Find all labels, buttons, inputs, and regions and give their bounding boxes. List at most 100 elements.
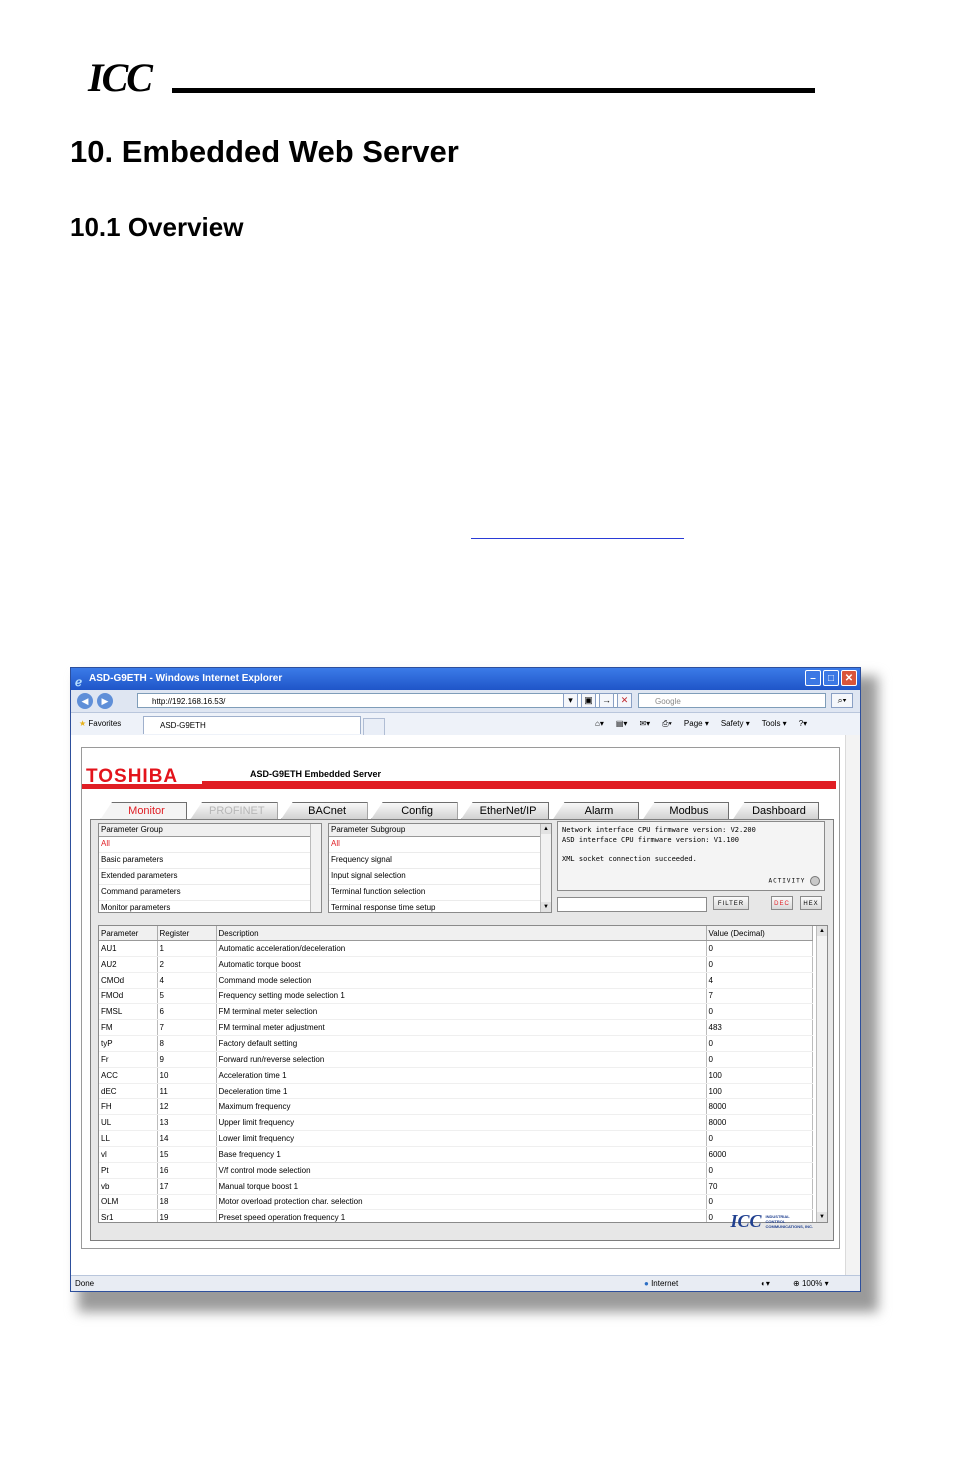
tab-config[interactable]: Config [370, 802, 458, 820]
cell-parameter: FMSL [99, 1003, 158, 1021]
dec-button[interactable]: DEC [771, 896, 793, 910]
table-row[interactable]: FMSL 6 FM terminal meter selection 0 [99, 1003, 813, 1021]
cell-register: 1 [157, 940, 217, 957]
hyperlink-underline[interactable] [471, 538, 684, 539]
back-arrow-icon[interactable]: ◀ [77, 693, 93, 709]
brand-band [82, 784, 836, 789]
list-item[interactable]: All [329, 837, 551, 853]
tools-menu[interactable]: Tools ▾ [762, 719, 787, 729]
scroll-up-icon[interactable]: ▲ [541, 824, 551, 834]
table-row[interactable]: FH 12 Maximum frequency 8000 [99, 1098, 813, 1116]
activity-indicator: ACTIVITY [768, 875, 820, 887]
scroll-down-icon[interactable]: ▼ [541, 902, 551, 912]
list-item[interactable]: Input signal selection [329, 869, 551, 885]
scroll-down-icon[interactable]: ▼ [817, 1212, 827, 1222]
parameter-subgroup-list[interactable]: Parameter Subgroup All Frequency signal … [328, 823, 552, 913]
column-header-value[interactable]: Value (Decimal) [706, 926, 813, 941]
cell-value: 4 [706, 972, 813, 989]
scroll-up-icon[interactable]: ▲ [817, 926, 827, 936]
table-scrollbar[interactable]: ▲ ▼ [816, 926, 827, 1222]
protected-mode-icon[interactable]: ◐▾ [761, 1276, 770, 1291]
security-zone: ● Internet [644, 1279, 679, 1288]
table-row[interactable]: vb 17 Manual torque boost 1 70 [99, 1178, 813, 1195]
list-item[interactable]: Terminal response time setup [329, 901, 551, 912]
column-header-parameter[interactable]: Parameter [99, 926, 158, 941]
table-row[interactable]: FM 7 FM terminal meter adjustment 483 [99, 1019, 813, 1037]
page-scrollbar[interactable] [845, 735, 860, 1278]
browser-tab[interactable]: ASD-G9ETH [143, 716, 361, 734]
tab-modbus[interactable]: Modbus [642, 802, 730, 820]
maximize-button[interactable]: □ [823, 670, 839, 686]
close-button[interactable]: ✕ [841, 670, 857, 686]
table-row[interactable]: OLM 18 Motor overload protection char. sel… [99, 1194, 813, 1211]
cell-parameter: LL [99, 1130, 158, 1147]
table-row[interactable]: AU1 1 Automatic acceleration/deceleration 0 [99, 940, 813, 957]
filter-input[interactable] [557, 897, 707, 912]
table-row[interactable]: Fr 9 Forward run/reverse selection 0 [99, 1051, 813, 1068]
list-item[interactable]: Extended parameters [99, 869, 321, 885]
column-header-description[interactable]: Description [216, 926, 707, 941]
tab-dashboard[interactable]: Dashboard [732, 802, 820, 820]
filter-button[interactable]: FILTER [713, 896, 749, 910]
print-icon[interactable]: ⎙▾ [662, 719, 672, 729]
list-scrollbar[interactable] [310, 824, 321, 912]
column-header-register[interactable]: Register [157, 926, 217, 941]
hex-button[interactable]: HEX [800, 896, 822, 910]
cell-parameter: OLM [99, 1194, 158, 1211]
list-scrollbar[interactable]: ▲ ▼ [540, 824, 551, 912]
cell-description: Lower limit frequency [216, 1130, 707, 1147]
table-row[interactable]: FMOd 5 Frequency setting mode selection 17 [99, 988, 813, 1005]
table-row[interactable]: vl 15 Base frequency 1 6000 [99, 1146, 813, 1163]
tab-alarm[interactable]: Alarm [552, 802, 640, 820]
cell-value: 7 [706, 988, 813, 1005]
cell-description: Acceleration time 1 [216, 1067, 707, 1084]
list-item[interactable]: Frequency signal [329, 853, 551, 869]
mail-icon[interactable]: ✉▾ [639, 719, 650, 729]
help-icon[interactable]: ?▾ [799, 719, 807, 729]
search-input[interactable]: Google [638, 693, 826, 708]
home-icon[interactable]: ⌂▾ [595, 719, 604, 729]
cell-register: 8 [157, 1035, 217, 1052]
cell-description: FM terminal meter adjustment [216, 1019, 707, 1037]
table-row[interactable]: LL 14 Lower limit frequency 0 [99, 1130, 813, 1147]
table-row[interactable]: tyP 8 Factory default setting 0 [99, 1035, 813, 1052]
table-row[interactable]: Pt 16 V/f control mode selection 0 [99, 1162, 813, 1179]
go-arrow-icon[interactable]: → [599, 693, 614, 708]
table-header-row: Parameter Register Description Value (De… [99, 926, 813, 941]
table-row[interactable]: ACC 10 Acceleration time 1 100 [99, 1067, 813, 1084]
cell-register: 4 [157, 972, 217, 989]
table-row[interactable]: CMOd 4 Command mode selection 4 [99, 972, 813, 989]
table-row[interactable]: AU2 2 Automatic torque boost 0 [99, 956, 813, 973]
cell-description: Factory default setting [216, 1035, 707, 1052]
safety-menu[interactable]: Safety ▾ [721, 719, 750, 729]
favorites-button[interactable]: ★ Favorites [79, 719, 121, 728]
address-input[interactable]: http://192.168.16.53/ [137, 693, 629, 708]
forward-arrow-icon[interactable]: ▶ [97, 693, 113, 709]
list-item[interactable]: Command parameters [99, 885, 321, 901]
parameter-group-list[interactable]: Parameter Group All Basic parameters Ext… [98, 823, 322, 913]
search-icon[interactable]: ⌕▾ [831, 693, 853, 708]
table-row[interactable]: dEC 11 Deceleration time 1 100 [99, 1083, 813, 1100]
minimize-button[interactable]: – [805, 670, 821, 686]
new-tab-button[interactable] [363, 718, 385, 736]
page-menu[interactable]: Page ▾ [684, 719, 709, 729]
tab-ethernet-ip[interactable]: EtherNet/IP [460, 802, 550, 820]
table-row[interactable]: UL 13 Upper limit frequency 8000 [99, 1114, 813, 1132]
list-item[interactable]: Monitor parameters [99, 901, 321, 912]
cell-value: 0 [706, 1003, 813, 1021]
compat-view-icon[interactable]: ▣ [581, 693, 596, 708]
list-item[interactable]: Basic parameters [99, 853, 321, 869]
zoom-control[interactable]: ⊕ 100% ▾ [793, 1276, 829, 1291]
feeds-icon[interactable]: ▤▾ [616, 719, 628, 729]
tab-monitor[interactable]: Monitor [100, 802, 187, 820]
dropdown-arrow-icon[interactable]: ▾ [563, 693, 578, 708]
list-item[interactable]: Terminal function selection [329, 885, 551, 901]
tab-profinet[interactable]: PROFINET [190, 802, 278, 820]
stop-icon[interactable]: ✕ [617, 693, 632, 708]
cell-value: 100 [706, 1067, 813, 1084]
cell-description: Deceleration time 1 [216, 1083, 707, 1100]
table-row[interactable]: Sr1 19 Preset speed operation frequency 10 [99, 1209, 813, 1222]
section-heading: 10.1 Overview [70, 212, 244, 242]
list-item[interactable]: All [99, 837, 321, 853]
tab-bacnet[interactable]: BACnet [280, 802, 368, 820]
